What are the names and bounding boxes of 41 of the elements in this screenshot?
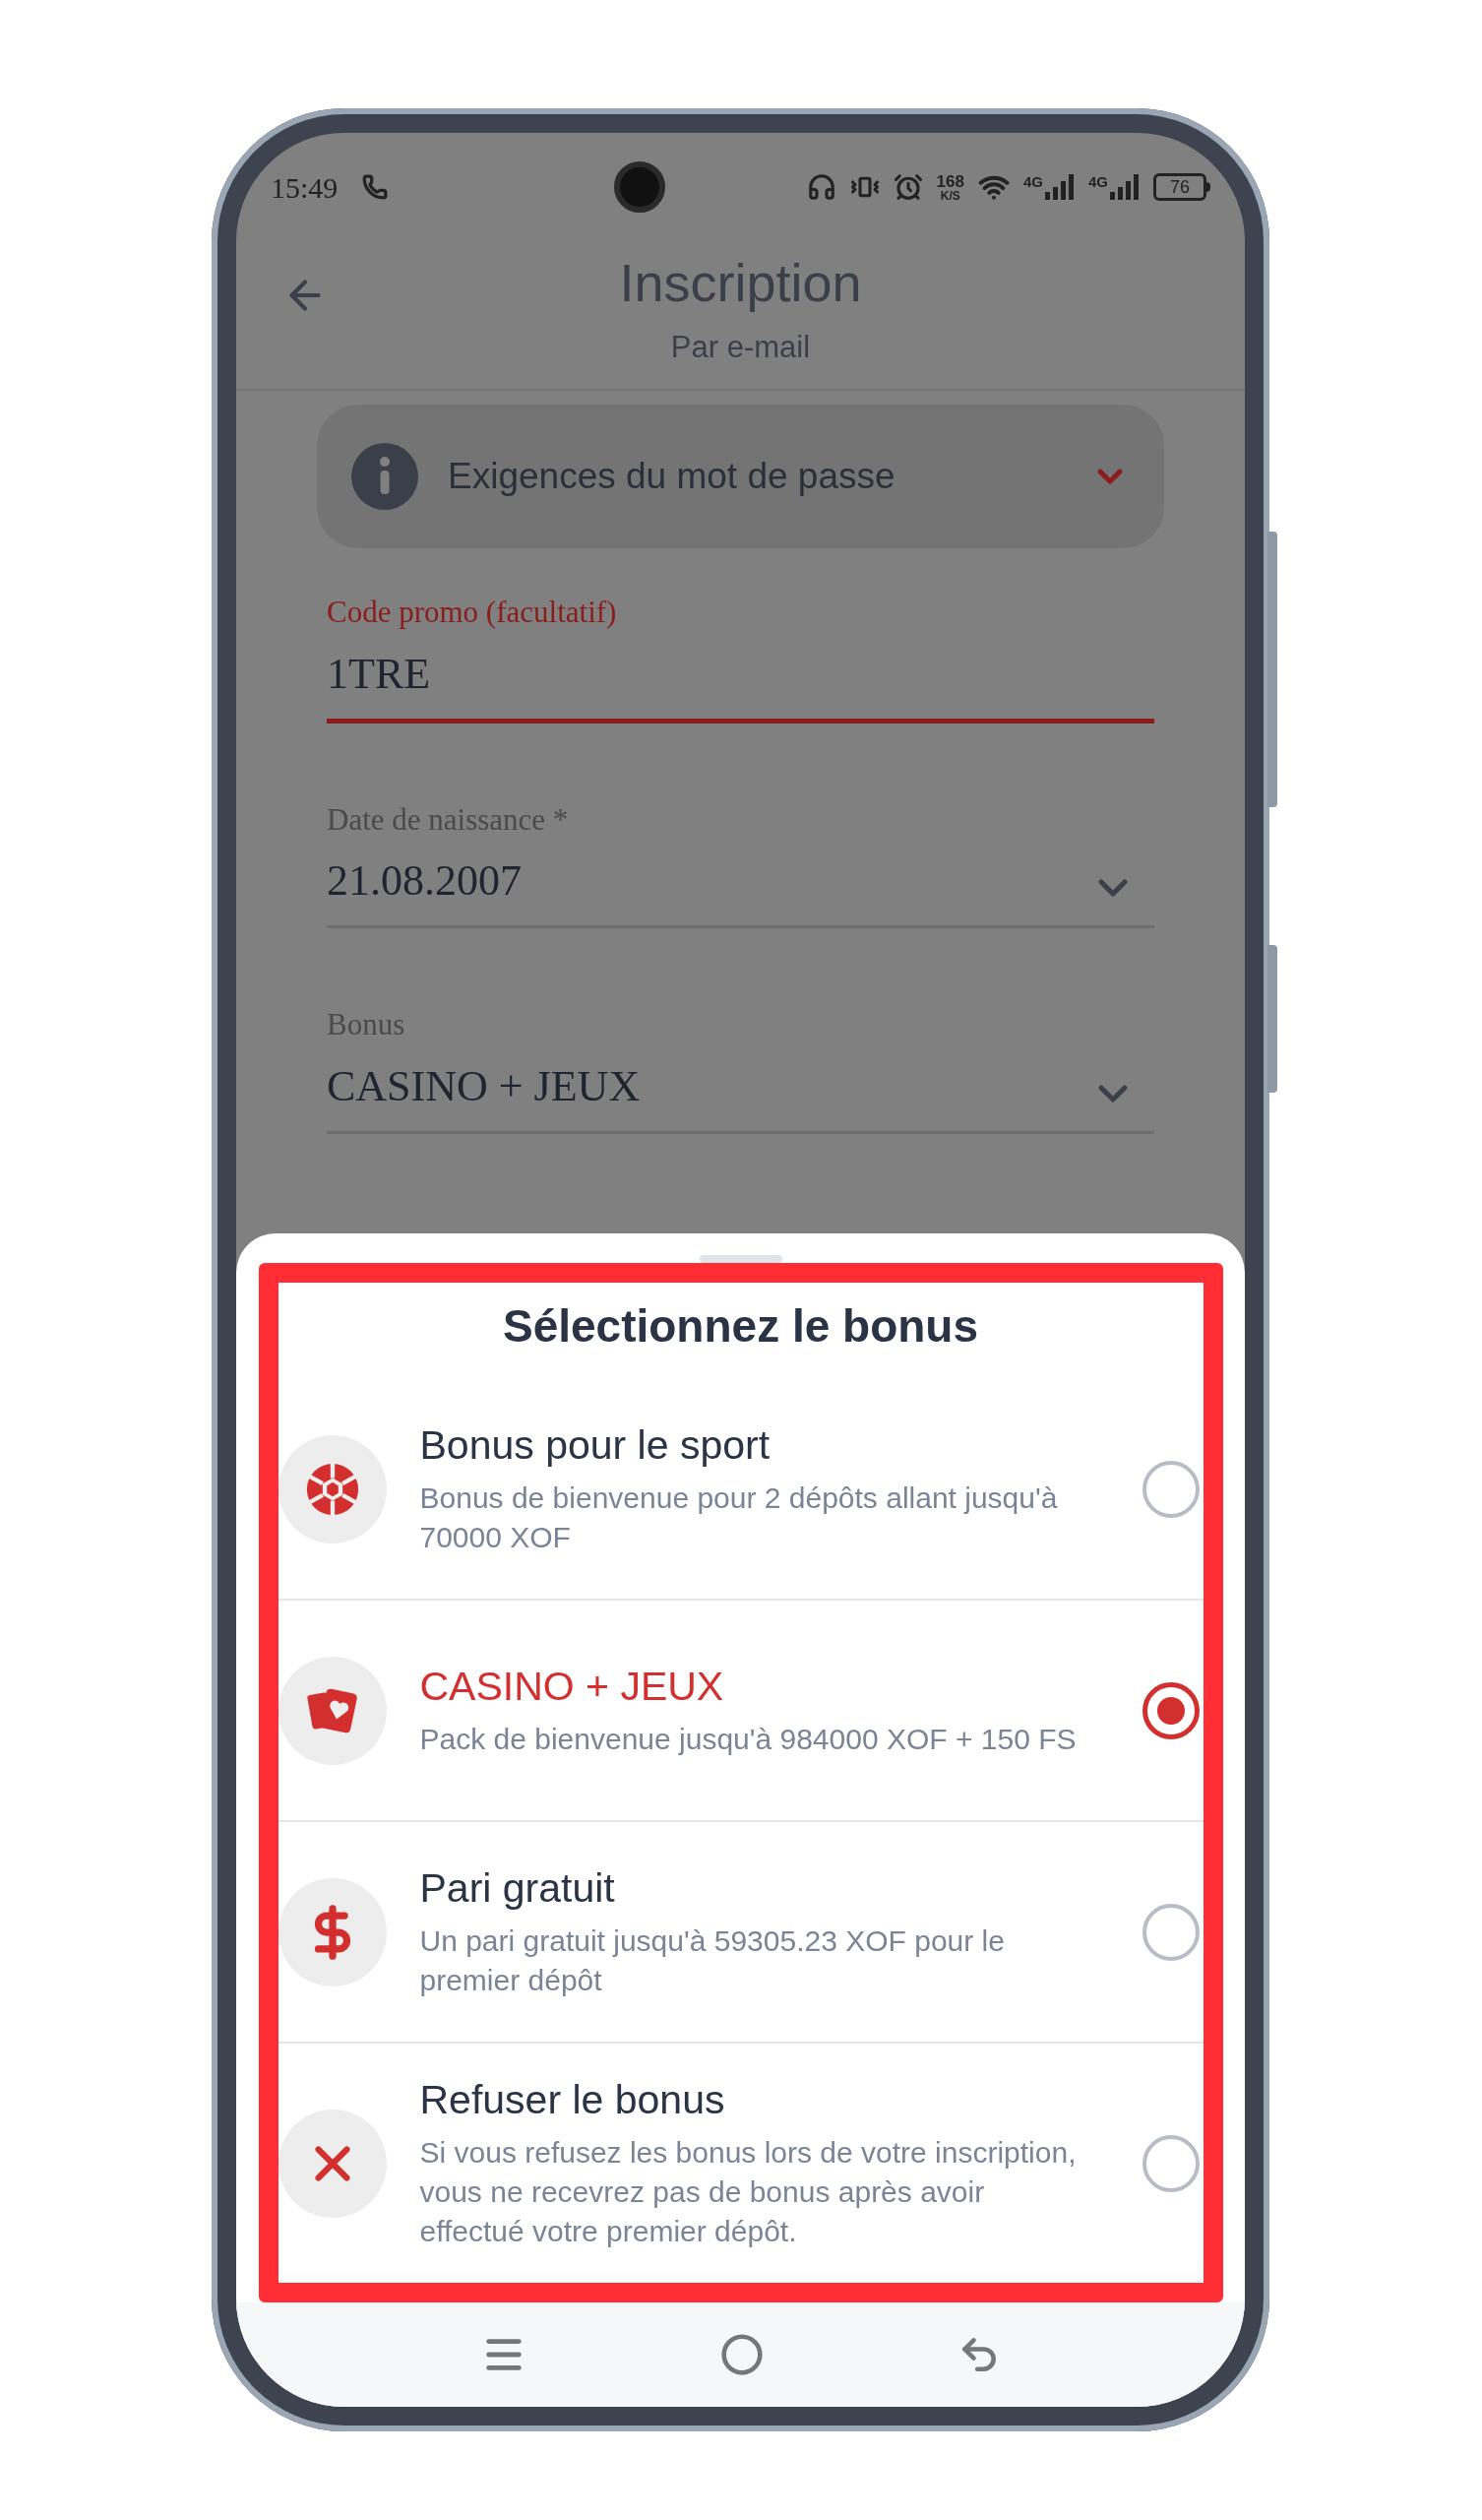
headphones-icon bbox=[806, 172, 836, 202]
bonus-option[interactable]: Refuser le bonus Si vous refusez les bonus lors de votre inscription, vous ne recevrez pas de bonus après avoir effectué votre premier dépôt. bbox=[278, 2044, 1204, 2283]
option-description: Pack de bienvenue jusqu'à 984000 XOF + 150 FS bbox=[419, 1722, 1078, 1758]
panel-label: Exigences du mot de passe bbox=[448, 455, 895, 499]
option-title: Bonus pour le sport bbox=[419, 1420, 772, 1470]
bonus-option[interactable]: CASINO + JEUX Pack de bienvenue jusqu'à 984000 XOF + 150 FS bbox=[278, 1601, 1204, 1822]
network-label: 4G bbox=[1022, 174, 1043, 189]
option-title: Refuser le bonus bbox=[419, 2075, 726, 2124]
signal-icon bbox=[1110, 174, 1140, 200]
battery-level: 76 bbox=[1170, 178, 1190, 196]
alarm-icon bbox=[893, 172, 923, 202]
header-subtitle: Par e-mail bbox=[670, 328, 811, 366]
info-icon bbox=[351, 443, 418, 510]
status-time: 15:49 bbox=[271, 169, 339, 206]
option-description: Si vous refusez les bonus lors de votre inscription, vous ne recevrez pas de bonus après avoir effectué votre premier dépôt. bbox=[419, 2135, 1078, 2250]
field-value: 21.08.2007 bbox=[327, 855, 523, 907]
form-field[interactable]: Code promo (facultatif) 1TRE bbox=[327, 590, 1154, 724]
radio-button[interactable] bbox=[1142, 1903, 1200, 1961]
field-value: CASINO + JEUX bbox=[327, 1060, 642, 1112]
option-title: CASINO + JEUX bbox=[419, 1662, 725, 1711]
password-requirements-panel[interactable]: Exigences du mot de passe bbox=[317, 405, 1164, 548]
network-label: 4G bbox=[1088, 174, 1108, 189]
bonus-option[interactable]: Bonus pour le sport Bonus de bienvenue pour 2 dépôts allant jusqu'à 70000 XOF bbox=[278, 1379, 1204, 1601]
network-speed: 168 bbox=[936, 172, 964, 190]
speed-unit: K/S bbox=[940, 189, 960, 202]
radio-button[interactable] bbox=[1142, 1460, 1200, 1518]
call-icon bbox=[362, 174, 389, 200]
radio-button[interactable] bbox=[1142, 1681, 1200, 1739]
home-icon[interactable] bbox=[719, 2333, 764, 2376]
bonus-option[interactable]: Pari gratuit Un pari gratuit jusqu'à 59305.23 XOF pour le premier dépôt bbox=[278, 1822, 1204, 2044]
drag-handle[interactable] bbox=[699, 1255, 782, 1263]
signal-icon bbox=[1045, 174, 1075, 200]
sheet-title: Sélectionnez le bonus bbox=[501, 1299, 980, 1354]
option-description: Bonus de bienvenue pour 2 dépôts allant jusqu'à 70000 XOF bbox=[419, 1480, 1059, 1556]
option-title: Pari gratuit bbox=[419, 1863, 616, 1913]
radio-button[interactable] bbox=[1142, 2134, 1200, 2192]
option-description: Un pari gratuit jusqu'à 59305.23 XOF pour le premier dépôt bbox=[419, 1923, 1006, 1999]
field-value: 1TRE bbox=[327, 648, 432, 700]
field-label: Code promo (facultatif) bbox=[327, 594, 618, 631]
camera-hole bbox=[614, 161, 666, 213]
header-title: Inscription bbox=[619, 252, 862, 314]
